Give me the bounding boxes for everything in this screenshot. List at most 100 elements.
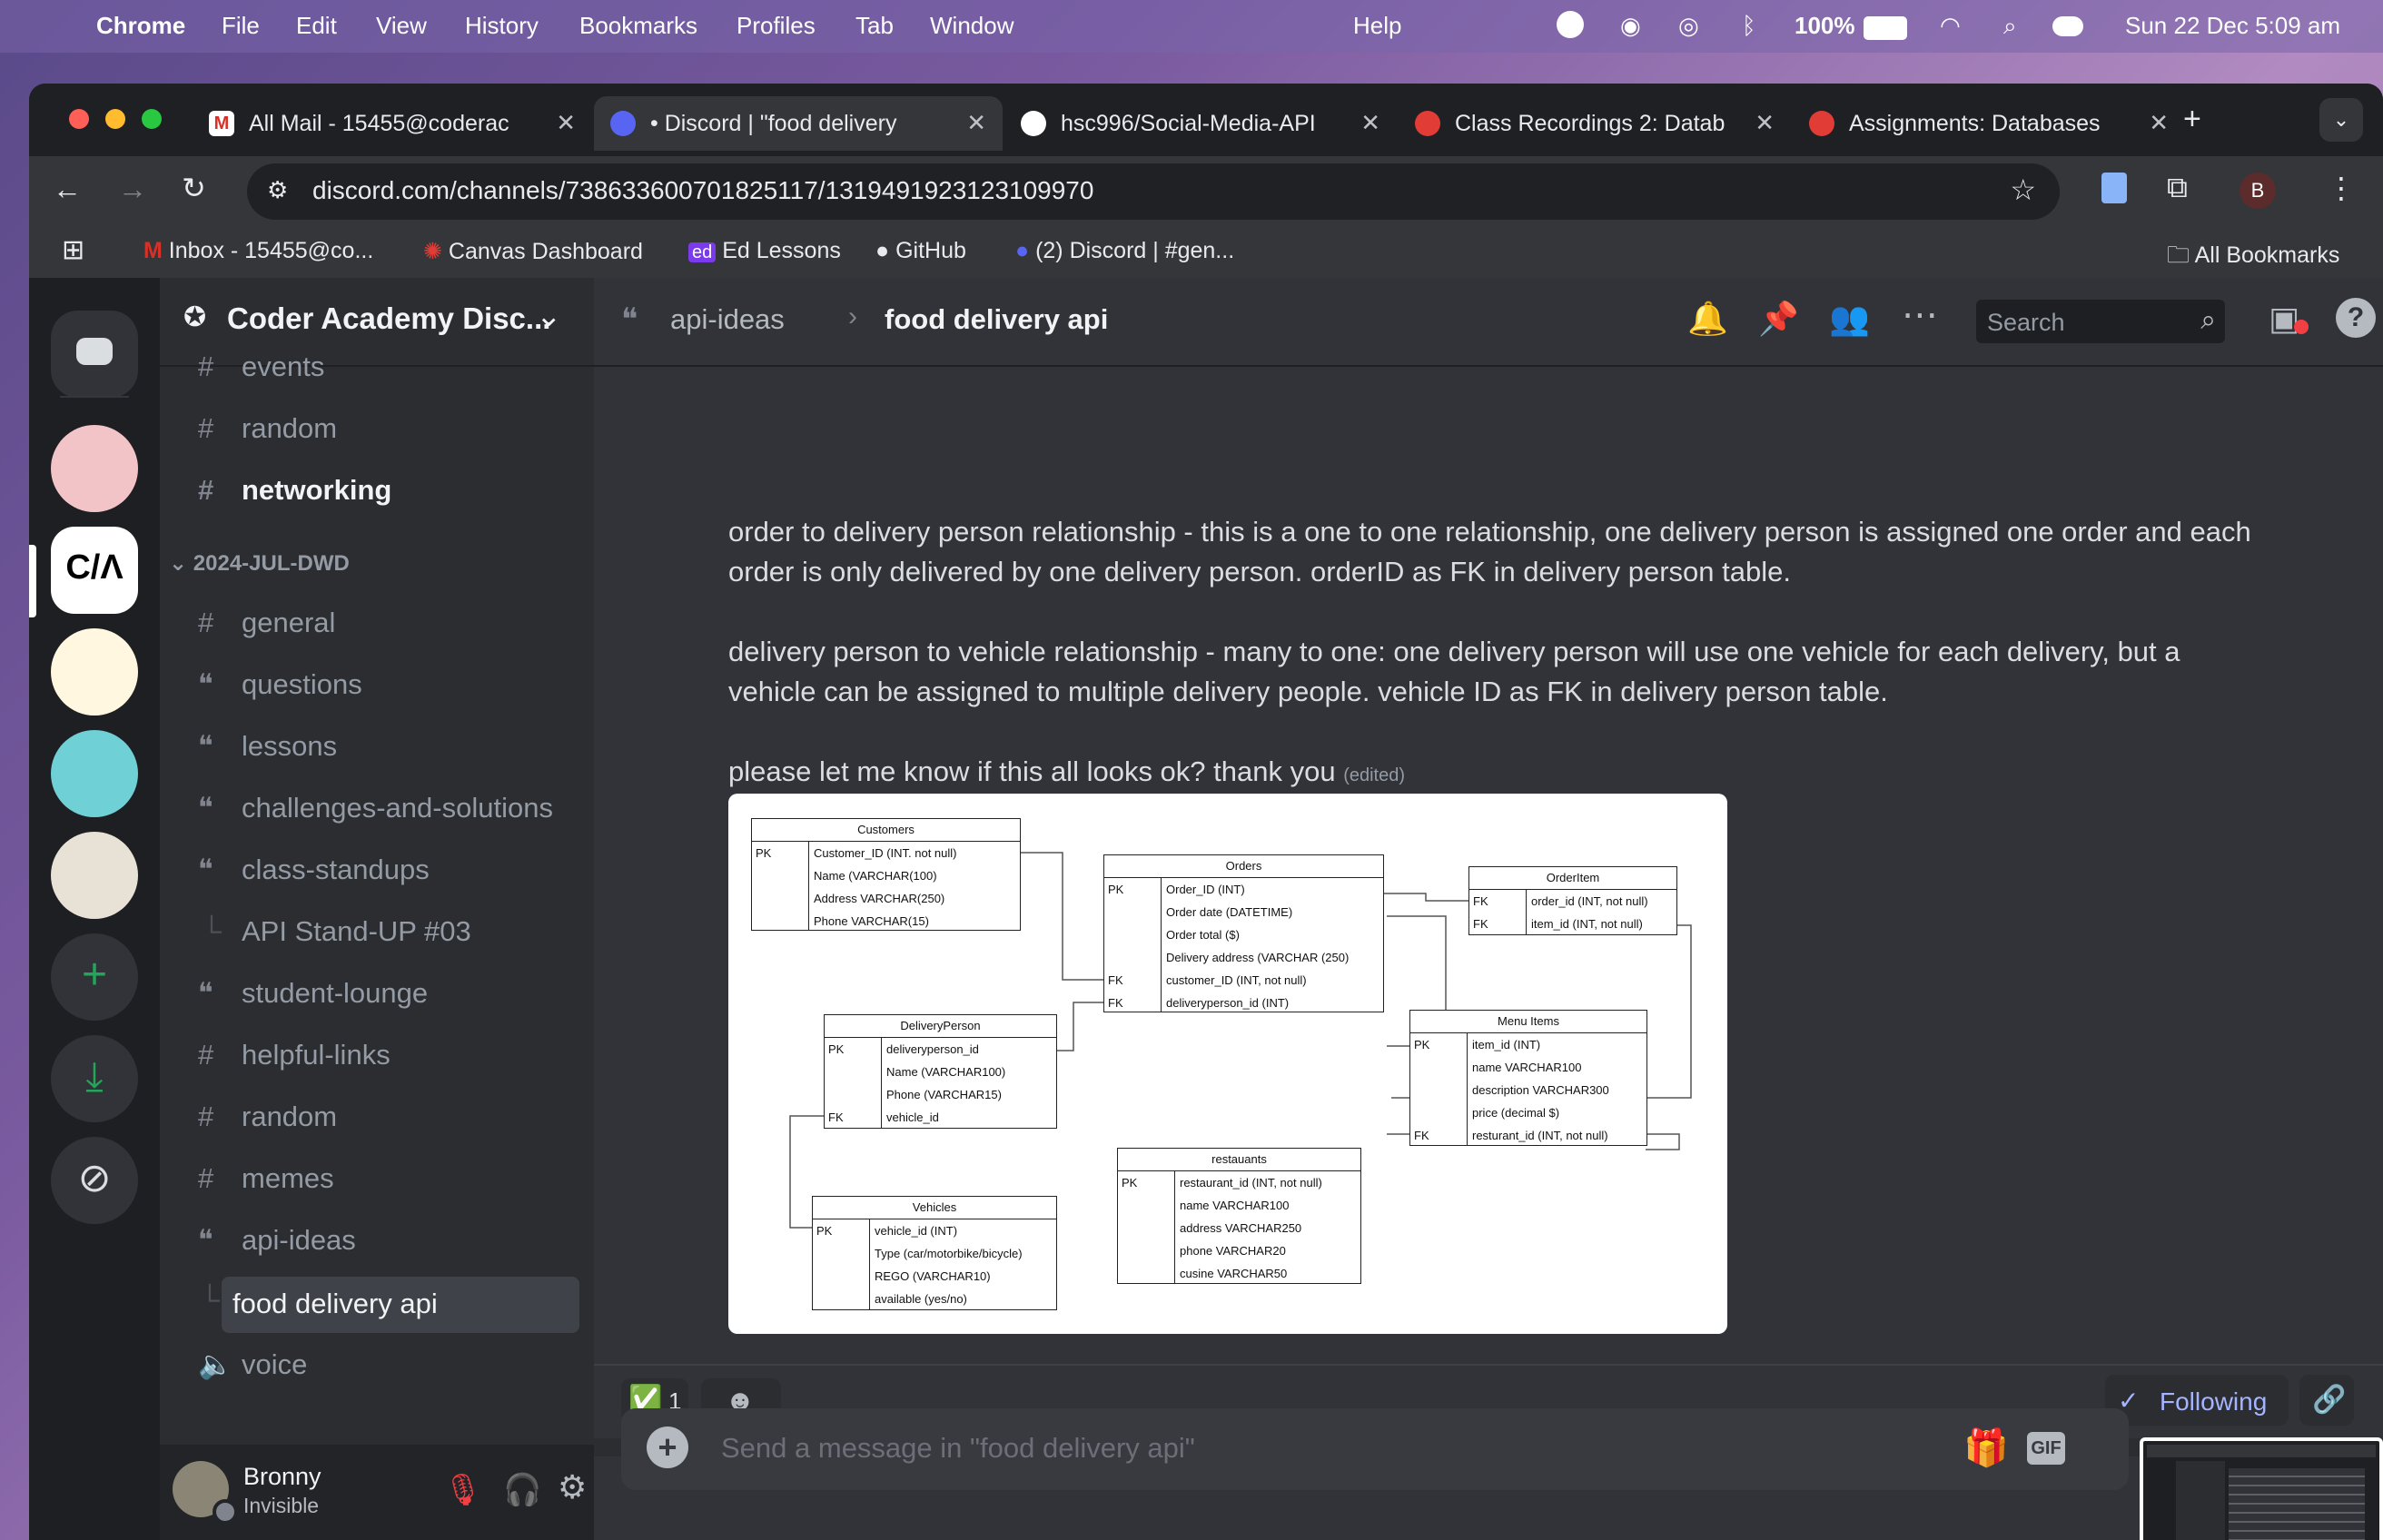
extensions-puzzle-icon[interactable]: ⧉ — [2167, 171, 2188, 205]
server-coder-academy[interactable]: C/Λ — [51, 527, 138, 614]
channel-random-2[interactable]: # random — [198, 1101, 337, 1133]
thread-food-delivery-api[interactable]: food delivery api — [222, 1277, 579, 1333]
chevron-down-icon[interactable]: ⌄ — [536, 298, 562, 334]
category-header[interactable]: ⌄ 2024-JUL-DWD — [169, 550, 350, 577]
close-tab-icon[interactable]: ✕ — [966, 109, 986, 137]
close-tab-icon[interactable]: ✕ — [2149, 109, 2169, 137]
bookmark-github[interactable]: ● GitHub — [875, 238, 966, 264]
gif-button[interactable]: GIF — [2027, 1432, 2065, 1465]
screenshot-thumbnail[interactable] — [2140, 1437, 2383, 1540]
add-server-icon[interactable]: + — [51, 933, 138, 1021]
menu-bookmarks[interactable]: Bookmarks — [579, 12, 697, 40]
address-bar[interactable]: ⚙ discord.com/channels/73863360070182511… — [247, 163, 2060, 220]
bookmark-canvas[interactable]: ✺ Canvas Dashboard — [423, 238, 643, 265]
menubar-clock[interactable]: Sun 22 Dec 5:09 am — [2125, 12, 2340, 40]
headphones-icon[interactable]: 🎧 — [503, 1472, 541, 1508]
menu-help[interactable]: Help — [1353, 12, 1401, 40]
erd-image[interactable]: Customers PK Customer_ID (INT. not null) … — [728, 794, 1727, 1334]
more-options-icon[interactable]: ⋯ — [1902, 294, 1938, 336]
spotlight-search-icon[interactable]: ⌕ — [2003, 12, 2017, 41]
channel-helpful-links[interactable]: # helpful-links — [198, 1039, 391, 1071]
message-input-placeholder[interactable]: Send a message in "food delivery api" — [721, 1432, 1195, 1465]
inbox-icon[interactable]: ▣ — [2269, 300, 2299, 338]
new-tab-icon[interactable]: + — [2183, 102, 2201, 137]
server-confetti[interactable] — [51, 628, 138, 716]
settings-gear-icon[interactable]: ⚙ — [558, 1468, 587, 1506]
tab-class-recordings[interactable]: Class Recordings 2: Datab ✕ — [1399, 96, 1791, 151]
menu-edit[interactable]: Edit — [296, 12, 337, 40]
menu-view[interactable]: View — [376, 12, 427, 40]
menu-history[interactable]: History — [465, 12, 539, 40]
tab-github[interactable]: hsc996/Social-Media-API ✕ — [1004, 96, 1397, 151]
back-arrow-icon[interactable]: ← — [53, 173, 82, 206]
channel-questions[interactable]: ❝ questions — [198, 668, 362, 701]
wifi-icon[interactable]: ◠ — [1940, 12, 1961, 40]
attach-plus-icon[interactable]: + — [647, 1426, 688, 1468]
menu-window[interactable]: Window — [930, 12, 1014, 40]
help-icon[interactable]: ? — [2336, 298, 2376, 338]
user-circle-icon[interactable]: ◉ — [1620, 12, 1641, 40]
forward-arrow-icon[interactable]: → — [118, 173, 147, 206]
server-selkie[interactable] — [51, 425, 138, 512]
explore-compass-icon[interactable]: ⊘ — [51, 1137, 138, 1224]
grammarly-icon[interactable] — [1557, 11, 1584, 38]
search-input[interactable]: Search ⌕ — [1976, 300, 2225, 343]
username[interactable]: Bronny — [243, 1463, 321, 1491]
copy-link-button[interactable]: 🔗 — [2299, 1375, 2354, 1426]
tab-gmail[interactable]: M All Mail - 15455@coderac ✕ — [193, 96, 592, 151]
site-info-icon[interactable]: ⚙ — [267, 176, 288, 204]
message-composer[interactable]: + Send a message in "food delivery api" … — [621, 1408, 2129, 1490]
extension-upload-icon[interactable] — [2101, 173, 2127, 203]
bluetooth-icon[interactable]: ᛒ — [1742, 12, 1756, 40]
parent-channel-link[interactable]: api-ideas — [670, 303, 785, 336]
channel-general[interactable]: # general — [198, 607, 335, 639]
minimize-window-button[interactable] — [105, 109, 125, 129]
server-very-cool[interactable] — [51, 730, 138, 817]
notification-bell-icon[interactable]: 🔔 — [1687, 300, 1728, 338]
channel-class-standups[interactable]: ❝ class-standups — [198, 854, 430, 886]
channel-memes[interactable]: # memes — [198, 1162, 334, 1195]
close-tab-icon[interactable]: ✕ — [556, 109, 576, 137]
menu-app-name[interactable]: Chrome — [96, 12, 185, 40]
channel-random[interactable]: # random — [198, 412, 337, 445]
channel-lessons[interactable]: ❝ lessons — [198, 730, 337, 763]
close-tab-icon[interactable]: ✕ — [1360, 109, 1380, 137]
channel-challenges-and-solutions[interactable]: ❝ challenges-and-solutions — [198, 792, 553, 824]
discord-home-icon[interactable] — [51, 311, 138, 398]
bookmark-star-icon[interactable]: ☆ — [2010, 173, 2036, 207]
url-text[interactable]: discord.com/channels/738633600701825117/… — [312, 176, 1093, 205]
channel-events[interactable]: # events — [198, 350, 324, 383]
channel-voice[interactable]: 🔈 voice — [198, 1348, 307, 1381]
bookmark-discord[interactable]: ● (2) Discord | #gen... — [1015, 238, 1234, 264]
download-apps-icon[interactable]: ⤓ — [51, 1035, 138, 1122]
bookmark-inbox[interactable]: M Inbox - 15455@co... — [143, 238, 373, 264]
menu-file[interactable]: File — [222, 12, 260, 40]
pin-icon[interactable]: 📌 — [1758, 300, 1799, 338]
apps-grid-icon[interactable]: ⊞ — [62, 234, 84, 266]
tab-discord[interactable]: • Discord | "food delivery ✕ — [594, 96, 1003, 151]
control-center-icon[interactable] — [2052, 16, 2083, 36]
close-window-button[interactable] — [69, 109, 89, 129]
gift-icon[interactable]: 🎁 — [1963, 1426, 2009, 1469]
maximize-window-button[interactable] — [142, 109, 162, 129]
all-bookmarks[interactable]: 🗀 All Bookmarks — [2167, 238, 2339, 277]
mic-muted-icon[interactable]: 🎙 — [443, 1472, 482, 1508]
channel-networking[interactable]: # networking — [198, 474, 391, 507]
server-dog[interactable] — [51, 832, 138, 919]
channel-api-ideas[interactable]: ❝ api-ideas — [198, 1224, 356, 1257]
menu-profiles[interactable]: Profiles — [737, 12, 816, 40]
bookmark-ed[interactable]: ed Ed Lessons — [688, 238, 841, 264]
members-icon[interactable]: 👥 — [1829, 300, 1870, 338]
tab-assignments[interactable]: Assignments: Databases ✕ — [1793, 96, 2185, 151]
battery-icon[interactable] — [1864, 16, 1907, 40]
profile-avatar[interactable]: B — [2240, 173, 2276, 209]
close-tab-icon[interactable]: ✕ — [1755, 109, 1775, 137]
thread-api-standup[interactable]: └ API Stand-UP #03 — [202, 915, 471, 948]
menu-tab[interactable]: Tab — [855, 12, 894, 40]
airdrop-icon[interactable]: ◎ — [1678, 12, 1699, 40]
following-button[interactable]: ✓ Following — [2105, 1375, 2289, 1426]
reload-icon[interactable]: ↻ — [182, 171, 206, 205]
chrome-menu-icon[interactable]: ⋮ — [2327, 171, 2356, 205]
channel-student-lounge[interactable]: ❝ student-lounge — [198, 977, 428, 1010]
tab-search-chevron-icon[interactable]: ⌄ — [2319, 98, 2363, 142]
